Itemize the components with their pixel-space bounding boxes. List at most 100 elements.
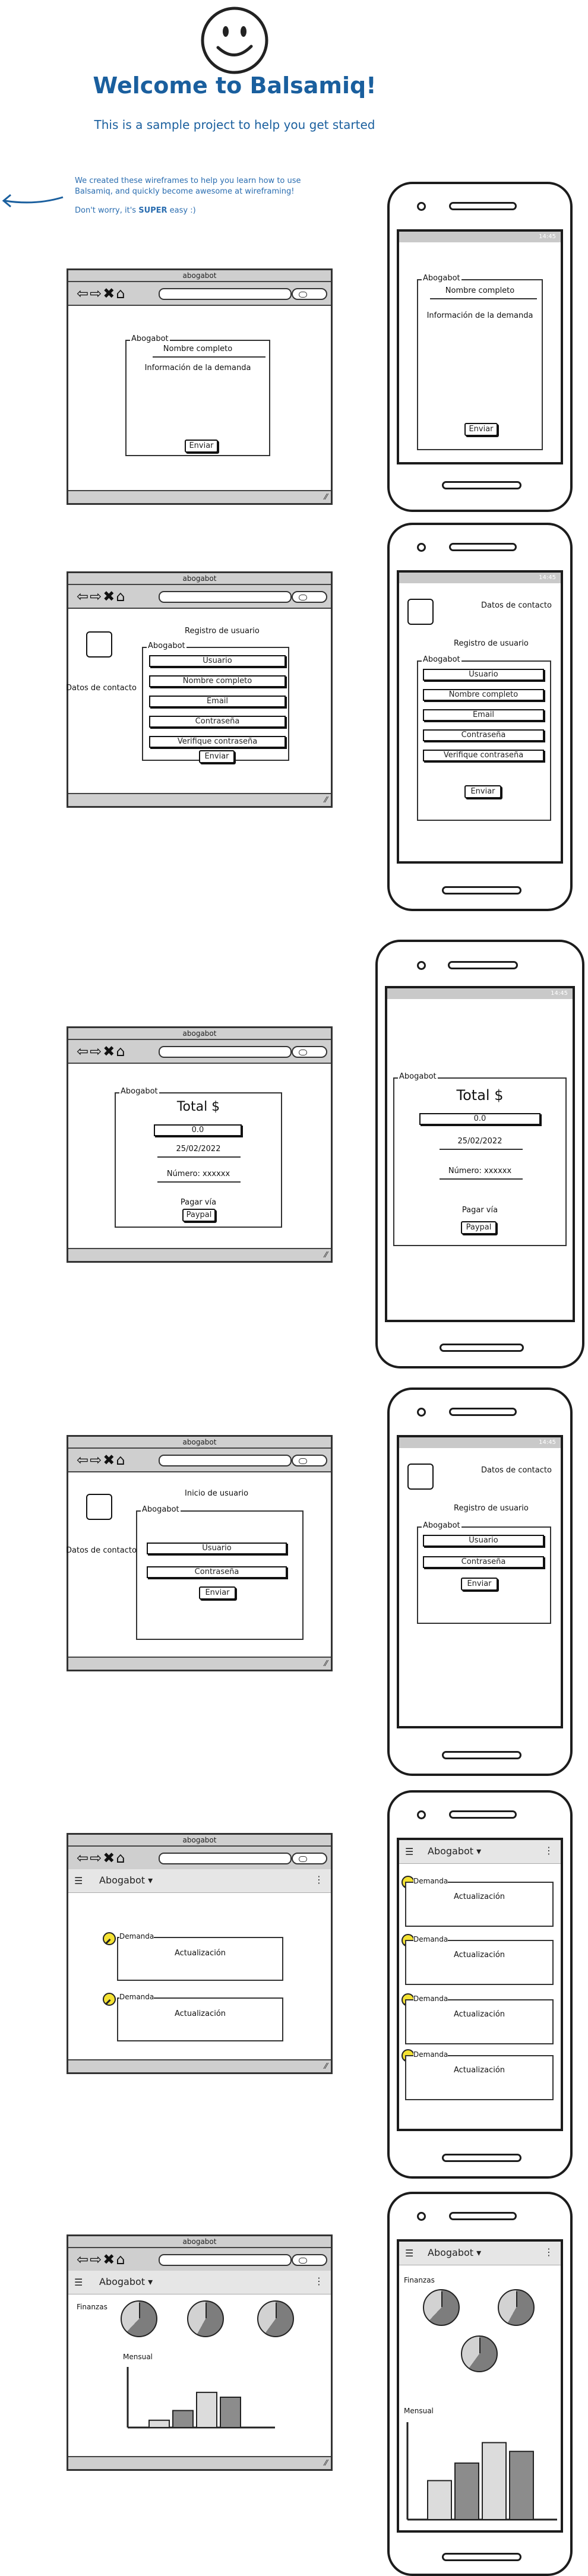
- email-field[interactable]: Email: [423, 709, 544, 721]
- menu-icon[interactable]: ☰: [74, 2277, 83, 2288]
- submit-button[interactable]: Enviar: [199, 750, 235, 763]
- url-bar[interactable]: [159, 2254, 292, 2266]
- date-label: 25/02/2022: [176, 1145, 221, 1153]
- overflow-menu-icon[interactable]: ⋮: [314, 1874, 324, 1885]
- overflow-menu-icon[interactable]: ⋮: [544, 2246, 554, 2258]
- submit-button[interactable]: Enviar: [464, 423, 498, 436]
- search-icon[interactable]: [292, 2254, 327, 2266]
- demand-card[interactable]: Demanda Actualización: [405, 1877, 554, 1927]
- password-field[interactable]: Contraseña: [149, 716, 286, 728]
- demand-card[interactable]: Demanda Actualización: [405, 1995, 554, 2044]
- abogabot-group: Abogabot Usuario Nombre completo Email C…: [142, 642, 289, 763]
- submit-button[interactable]: Enviar: [464, 785, 501, 798]
- username-field[interactable]: Usuario: [149, 655, 286, 667]
- monthly-bar-chart: [406, 2422, 557, 2521]
- intro-text-suffix: easy :): [167, 206, 196, 215]
- avatar-placeholder: [407, 1464, 434, 1490]
- browser-status-bar: ⁄⁄: [68, 793, 331, 806]
- app-name: Abogabot: [428, 1845, 474, 1857]
- app-name-dropdown[interactable]: Abogabot ▾: [428, 1845, 481, 1857]
- username-field[interactable]: Usuario: [147, 1543, 287, 1554]
- submit-button[interactable]: Enviar: [199, 1586, 236, 1600]
- paypal-button[interactable]: Paypal: [182, 1209, 216, 1222]
- url-bar[interactable]: [159, 1853, 292, 1864]
- url-bar[interactable]: [159, 288, 292, 300]
- smiley-logo-icon: [201, 7, 268, 74]
- home-button[interactable]: [442, 886, 521, 895]
- speaker-icon: [449, 1408, 517, 1416]
- search-icon[interactable]: [292, 1853, 327, 1864]
- url-bar[interactable]: [159, 1046, 292, 1058]
- amount-field[interactable]: 0.0: [154, 1124, 242, 1136]
- verify-password-field[interactable]: Verifique contraseña: [423, 750, 544, 761]
- demand-card[interactable]: Demanda Actualización: [117, 1993, 283, 2041]
- navigation-icons[interactable]: ⇦⇨✖⌂: [77, 1044, 127, 1059]
- url-bar[interactable]: [159, 591, 292, 603]
- intro-paragraph-2: Don't worry, it's SUPER easy :): [75, 206, 336, 216]
- menu-icon[interactable]: ☰: [405, 2248, 413, 2259]
- phone-device: 14:45 Abogabot Total $ 0.0 25/02/2022 Nú…: [375, 940, 584, 1368]
- navigation-icons[interactable]: ⇦⇨✖⌂: [77, 286, 127, 301]
- overflow-menu-icon[interactable]: ⋮: [314, 2275, 324, 2287]
- caret-down-icon: ▾: [148, 2276, 153, 2287]
- username-field[interactable]: Usuario: [423, 1535, 544, 1547]
- paypal-button[interactable]: Paypal: [461, 1221, 497, 1234]
- date-underline: [157, 1156, 241, 1158]
- home-button[interactable]: [442, 2154, 521, 2162]
- url-bar[interactable]: [159, 1455, 292, 1466]
- search-icon[interactable]: [292, 1455, 327, 1466]
- number-label: Número: xxxxxx: [166, 1170, 230, 1178]
- home-button[interactable]: [440, 1344, 524, 1352]
- full-name-input[interactable]: [430, 298, 537, 299]
- camera-icon: [417, 961, 426, 970]
- contact-data-label: Datos de contacto: [66, 684, 137, 693]
- pie-chart: [498, 2289, 535, 2326]
- password-field[interactable]: Contraseña: [147, 1566, 287, 1578]
- password-field[interactable]: Contraseña: [423, 1556, 544, 1568]
- menu-icon[interactable]: ☰: [74, 1875, 83, 1886]
- phone-screen: 14:45 Abogabot Total $ 0.0 25/02/2022 Nú…: [385, 986, 575, 1322]
- browser-toolbar: ⇦⇨✖⌂: [68, 585, 331, 609]
- browser-window: abogabot ⇦⇨✖⌂ Inicio de usuario Datos de…: [66, 1435, 333, 1671]
- app-bar: ☰ Abogabot ▾ ⋮: [399, 1840, 561, 1864]
- app-name-dropdown[interactable]: Abogabot ▾: [99, 1875, 153, 1886]
- full-name-input[interactable]: [153, 356, 265, 358]
- navigation-icons[interactable]: ⇦⇨✖⌂: [77, 1452, 127, 1468]
- full-name-field[interactable]: Nombre completo: [149, 675, 286, 687]
- password-field[interactable]: Contraseña: [423, 729, 544, 741]
- demand-card[interactable]: Demanda Actualización: [405, 1935, 554, 1985]
- chart-bar: [482, 2442, 507, 2520]
- home-button[interactable]: [442, 1751, 521, 1759]
- group-label: Abogabot: [422, 1521, 461, 1530]
- resize-icon: ⁄⁄: [324, 493, 327, 502]
- verify-password-field[interactable]: Verifique contraseña: [149, 736, 286, 748]
- app-name-dropdown[interactable]: Abogabot ▾: [428, 2247, 481, 2258]
- resize-icon: ⁄⁄: [324, 2459, 327, 2468]
- chart-bar: [427, 2480, 452, 2520]
- login-heading: Registro de usuario: [454, 1504, 529, 1513]
- home-button[interactable]: [442, 2553, 521, 2561]
- search-icon[interactable]: [292, 1046, 327, 1058]
- overflow-menu-icon[interactable]: ⋮: [544, 1845, 554, 1856]
- demand-card[interactable]: Demanda Actualización: [405, 2050, 554, 2100]
- navigation-icons[interactable]: ⇦⇨✖⌂: [77, 2252, 127, 2267]
- abogabot-group: Abogabot Usuario Nombre completo Email C…: [417, 656, 551, 821]
- amount-field[interactable]: 0.0: [419, 1113, 540, 1125]
- app-bar: ☰ Abogabot ▾ ⋮: [68, 2271, 331, 2294]
- email-field[interactable]: Email: [149, 696, 286, 707]
- submit-button[interactable]: Enviar: [185, 440, 218, 453]
- app-name-dropdown[interactable]: Abogabot ▾: [99, 2276, 153, 2287]
- navigation-icons[interactable]: ⇦⇨✖⌂: [77, 589, 127, 604]
- submit-button[interactable]: Enviar: [461, 1578, 498, 1591]
- full-name-field[interactable]: Nombre completo: [423, 689, 544, 701]
- search-icon[interactable]: [292, 591, 327, 603]
- navigation-icons[interactable]: ⇦⇨✖⌂: [77, 1850, 127, 1866]
- username-field[interactable]: Usuario: [423, 669, 544, 681]
- group-label: Abogabot: [119, 1087, 159, 1096]
- home-button[interactable]: [442, 481, 521, 489]
- demand-card[interactable]: Demanda Actualización: [117, 1932, 283, 1981]
- search-icon[interactable]: [292, 288, 327, 300]
- pie-chart: [121, 2300, 157, 2337]
- menu-icon[interactable]: ☰: [405, 1846, 413, 1857]
- date-underline: [440, 1149, 523, 1150]
